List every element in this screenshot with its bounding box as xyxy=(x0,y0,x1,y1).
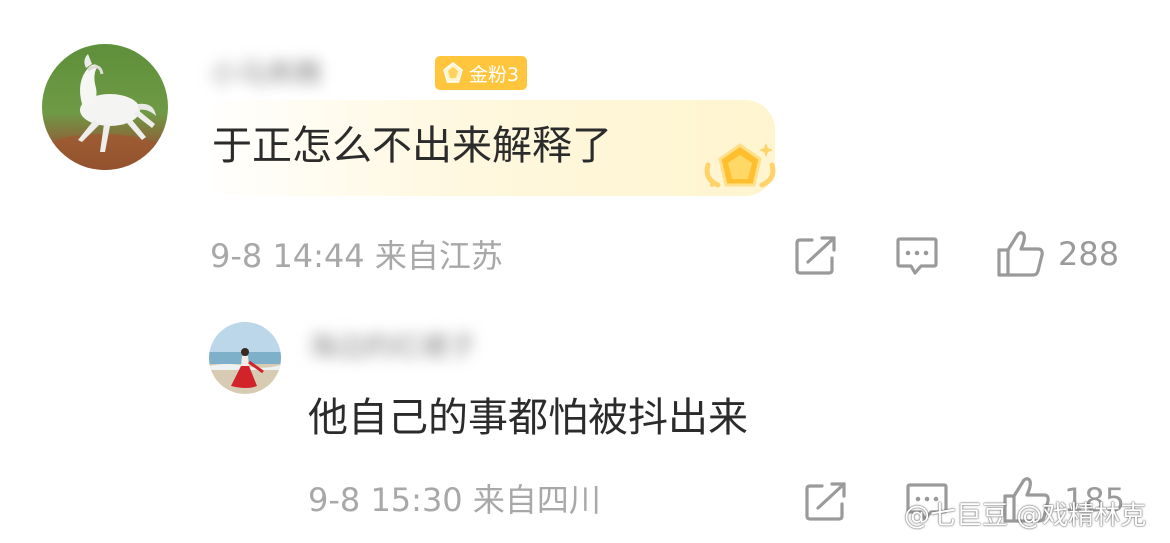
comment-meta: 9-8 15:30 来自四川 xyxy=(308,478,601,522)
comment-bubble-icon xyxy=(896,237,938,275)
username[interactable]: 海边的红裙子 xyxy=(308,325,558,369)
fan-level-badge[interactable]: 金粉3 xyxy=(435,56,528,90)
diamond-icon xyxy=(443,62,463,83)
reply-button[interactable] xyxy=(895,236,939,276)
comment-thread: 小马奔腾 金粉3 于正怎么不出来解释了 9-8 14:44 来自江苏 288 海… xyxy=(0,0,1170,543)
like-count: 288 xyxy=(1058,235,1120,273)
avatar[interactable] xyxy=(209,322,281,394)
comment-time: 9-8 15:30 xyxy=(308,481,463,519)
like-button[interactable]: 288 xyxy=(996,230,1119,278)
gold-crown-badge-icon xyxy=(704,143,776,188)
comment-meta: 9-8 14:44 来自江苏 xyxy=(210,234,503,278)
comment-time: 9-8 14:44 xyxy=(210,237,365,275)
share-button[interactable] xyxy=(794,236,838,276)
share-button[interactable] xyxy=(804,482,848,522)
comment-text: 于正怎么不出来解释了 xyxy=(212,123,612,169)
white-horse-avatar-image xyxy=(42,44,168,170)
watermark-text: @七巨豆 @戏精林克 xyxy=(904,501,1147,531)
avatar[interactable] xyxy=(42,44,168,170)
username[interactable]: 小马奔腾 xyxy=(210,52,420,96)
comment-location: 来自四川 xyxy=(472,481,601,519)
fan-badge-label: 金粉3 xyxy=(469,63,520,86)
comment-text: 他自己的事都怕被抖出来 xyxy=(308,395,748,441)
thumbs-up-icon xyxy=(997,231,1044,277)
beach-red-dress-avatar-image xyxy=(209,322,281,394)
share-icon xyxy=(795,236,836,275)
weibo-logo-icon xyxy=(862,503,897,531)
comment-location: 来自江苏 xyxy=(374,237,503,275)
share-icon xyxy=(805,482,846,521)
weibo-watermark: @七巨豆 @戏精林克 xyxy=(862,496,1146,536)
